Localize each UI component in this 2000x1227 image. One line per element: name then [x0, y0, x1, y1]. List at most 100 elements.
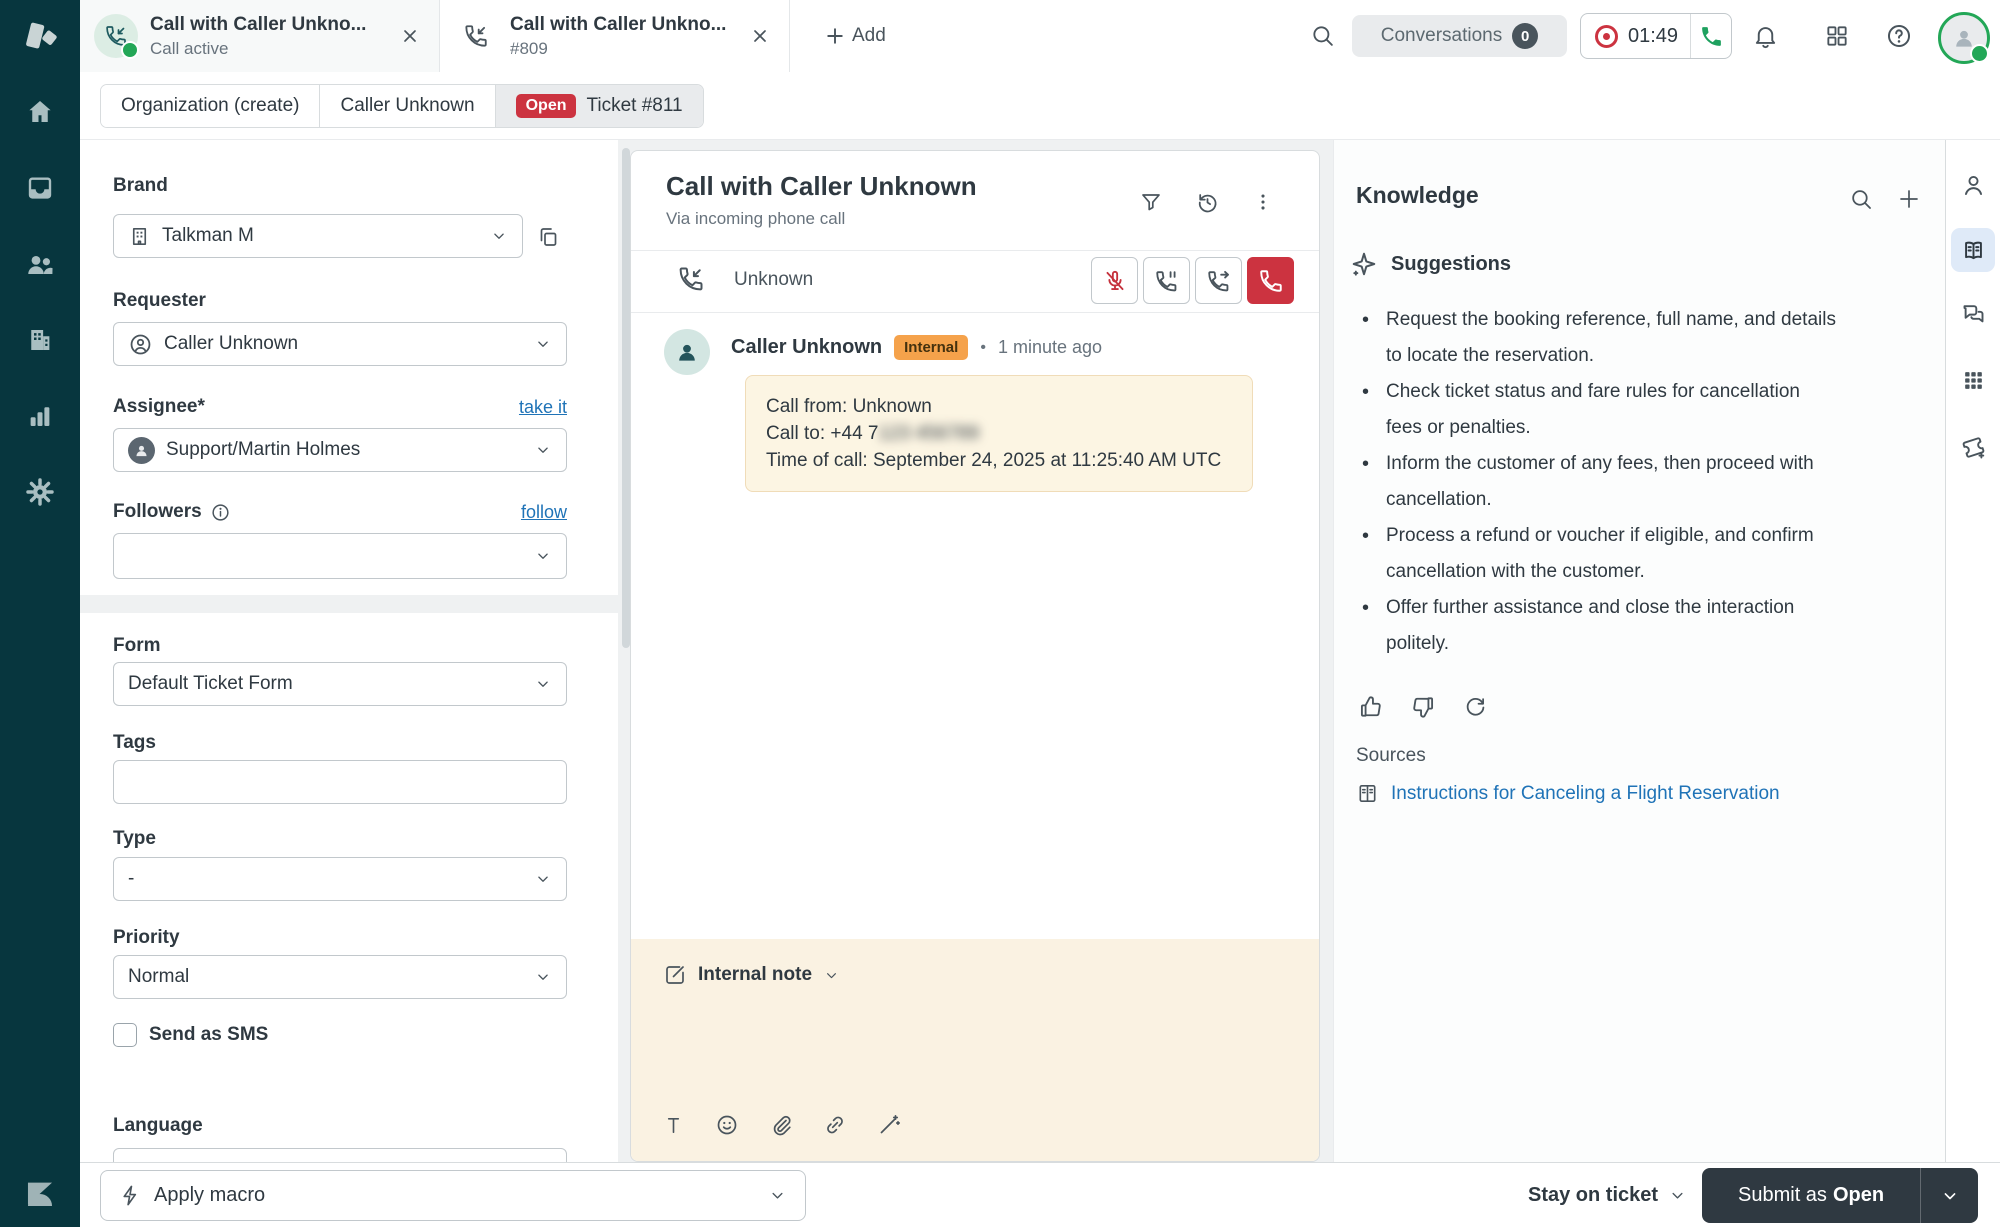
pencil-square-icon — [663, 963, 687, 987]
text-format-icon[interactable] — [655, 1107, 691, 1143]
sources-label: Sources — [1356, 745, 1426, 767]
requester-select[interactable]: Caller Unknown — [113, 322, 567, 366]
breadcrumb-organization[interactable]: Organization (create) — [101, 85, 320, 127]
plus-icon — [826, 27, 844, 45]
source-link[interactable]: Instructions for Canceling a Flight Rese… — [1391, 783, 1780, 805]
tags-input[interactable] — [113, 760, 567, 804]
mute-button[interactable] — [1091, 257, 1138, 304]
help-icon[interactable] — [1874, 0, 1924, 72]
ai-assist-wand-icon[interactable] — [871, 1107, 907, 1143]
take-it-link[interactable]: take it — [519, 397, 567, 418]
apps-grid-icon[interactable] — [1812, 0, 1862, 72]
tab-subtitle: #809 — [510, 39, 745, 59]
rail-conversations-icon[interactable] — [1951, 291, 1995, 335]
user-avatar[interactable] — [1938, 12, 1990, 64]
incoming-call-icon — [669, 257, 713, 301]
assignee-select[interactable]: Support/Martin Holmes — [113, 428, 567, 472]
panel-scrollbar[interactable] — [622, 148, 630, 648]
rail-apps-icon[interactable] — [1951, 358, 1995, 402]
search-icon[interactable] — [1298, 0, 1348, 72]
language-select[interactable] — [113, 1148, 567, 1162]
incoming-call-avatar — [94, 14, 138, 58]
source-link-row[interactable]: Instructions for Canceling a Flight Rese… — [1356, 782, 1780, 805]
close-tab-icon[interactable] — [395, 21, 425, 51]
info-icon[interactable] — [210, 502, 231, 523]
nav-home-icon[interactable] — [16, 88, 64, 136]
call-timer-widget[interactable]: 01:49 — [1580, 13, 1732, 59]
submit-options-chevron[interactable] — [1920, 1168, 1978, 1223]
building-icon — [128, 225, 151, 248]
conversation-channel: Via incoming phone call — [666, 209, 845, 229]
assignee-avatar — [128, 437, 155, 464]
follow-link[interactable]: follow — [521, 502, 567, 523]
type-select[interactable]: - — [113, 857, 567, 901]
nav-reporting-icon[interactable] — [16, 392, 64, 440]
call-console-phone-icon[interactable] — [1691, 24, 1731, 49]
emoji-icon[interactable] — [709, 1107, 745, 1143]
nav-admin-gear-icon[interactable] — [16, 468, 64, 516]
brand-select[interactable]: Talkman M — [113, 214, 523, 258]
nav-views-icon[interactable] — [16, 164, 64, 212]
history-icon[interactable] — [1190, 185, 1224, 219]
conversation-panel: Call with Caller Unknown Via incoming ph… — [630, 150, 1320, 1162]
form-select[interactable]: Default Ticket Form — [113, 662, 567, 706]
priority-select[interactable]: Normal — [113, 955, 567, 999]
send-as-sms-checkbox[interactable] — [113, 1023, 137, 1047]
breadcrumb-ticket[interactable]: Open Ticket #811 — [496, 85, 703, 127]
thumbs-up-icon[interactable] — [1356, 692, 1386, 722]
thumbs-down-icon[interactable] — [1408, 692, 1438, 722]
chevron-down-icon — [534, 335, 552, 353]
product-logo[interactable] — [0, 0, 80, 74]
close-tab-icon[interactable] — [745, 21, 775, 51]
nav-organizations-icon[interactable] — [16, 316, 64, 364]
followers-select[interactable] — [113, 533, 567, 579]
submit-button-group: Submit as Open — [1702, 1168, 1978, 1223]
top-bar: Call with Caller Unkno... Call active Ca… — [80, 0, 2000, 73]
submit-as-open-button[interactable]: Submit as Open — [1702, 1168, 1920, 1223]
suggestion-item: Process a refund or voucher if eligible,… — [1356, 518, 1836, 590]
internal-note-composer[interactable]: Internal note — [631, 939, 1319, 1161]
nav-customers-icon[interactable] — [16, 240, 64, 288]
hold-button[interactable] — [1143, 257, 1190, 304]
online-status-dot — [1970, 44, 1989, 63]
apply-macro-select[interactable]: Apply macro — [100, 1170, 806, 1221]
call-summary-message: Call from: Unknown Call to: +44 7123 456… — [745, 375, 1253, 492]
copy-brand-icon[interactable] — [531, 220, 565, 254]
type-label: Type — [113, 828, 156, 850]
ticket-tab-active[interactable]: Call with Caller Unkno... Call active — [80, 0, 440, 72]
rail-user-icon[interactable] — [1951, 163, 1995, 207]
knowledge-add-icon[interactable] — [1892, 182, 1926, 216]
breadcrumb-requester[interactable]: Caller Unknown — [320, 85, 495, 127]
regenerate-icon[interactable] — [1460, 692, 1490, 722]
rail-knowledge-book-icon[interactable] — [1951, 228, 1995, 272]
channel-selector[interactable]: Internal note — [663, 963, 840, 987]
message-author: Caller Unknown — [731, 336, 882, 359]
article-icon — [1356, 782, 1379, 805]
filter-icon[interactable] — [1134, 185, 1168, 219]
call-timer: 01:49 — [1628, 25, 1678, 48]
ticket-footer: Apply macro Stay on ticket Submit as Ope… — [80, 1162, 2000, 1227]
transfer-call-button[interactable] — [1195, 257, 1242, 304]
caller-name: Unknown — [734, 269, 813, 291]
sparkle-icon — [1350, 250, 1378, 278]
rail-new-ticket-icon[interactable] — [1951, 425, 1995, 469]
ticket-properties-panel-top: Brand Talkman M Requester Caller Unknown… — [80, 140, 618, 595]
notifications-bell-icon[interactable] — [1740, 0, 1790, 72]
ticket-tab-809[interactable]: Call with Caller Unkno... #809 — [440, 0, 790, 72]
more-options-kebab-icon[interactable] — [1246, 185, 1280, 219]
global-nav-sidebar — [0, 0, 80, 1227]
zendesk-agent-workspace: Call with Caller Unkno... Call active Ca… — [0, 0, 2000, 1227]
end-call-button[interactable] — [1247, 257, 1294, 304]
conversations-button[interactable]: Conversations 0 — [1352, 15, 1567, 57]
chevron-down-icon — [1940, 1186, 1960, 1206]
send-as-sms-label: Send as SMS — [149, 1024, 268, 1046]
attachment-paperclip-icon[interactable] — [763, 1107, 799, 1143]
stay-on-ticket-dropdown[interactable]: Stay on ticket — [1528, 1163, 1687, 1227]
tab-subtitle: Call active — [150, 39, 395, 59]
knowledge-search-icon[interactable] — [1844, 182, 1878, 216]
link-icon[interactable] — [817, 1107, 853, 1143]
redacted-phone-number: 123 456789 — [879, 423, 979, 444]
context-rail — [1945, 140, 2000, 1162]
chevron-down-icon — [534, 441, 552, 459]
add-tab-button[interactable]: Add — [810, 0, 902, 72]
